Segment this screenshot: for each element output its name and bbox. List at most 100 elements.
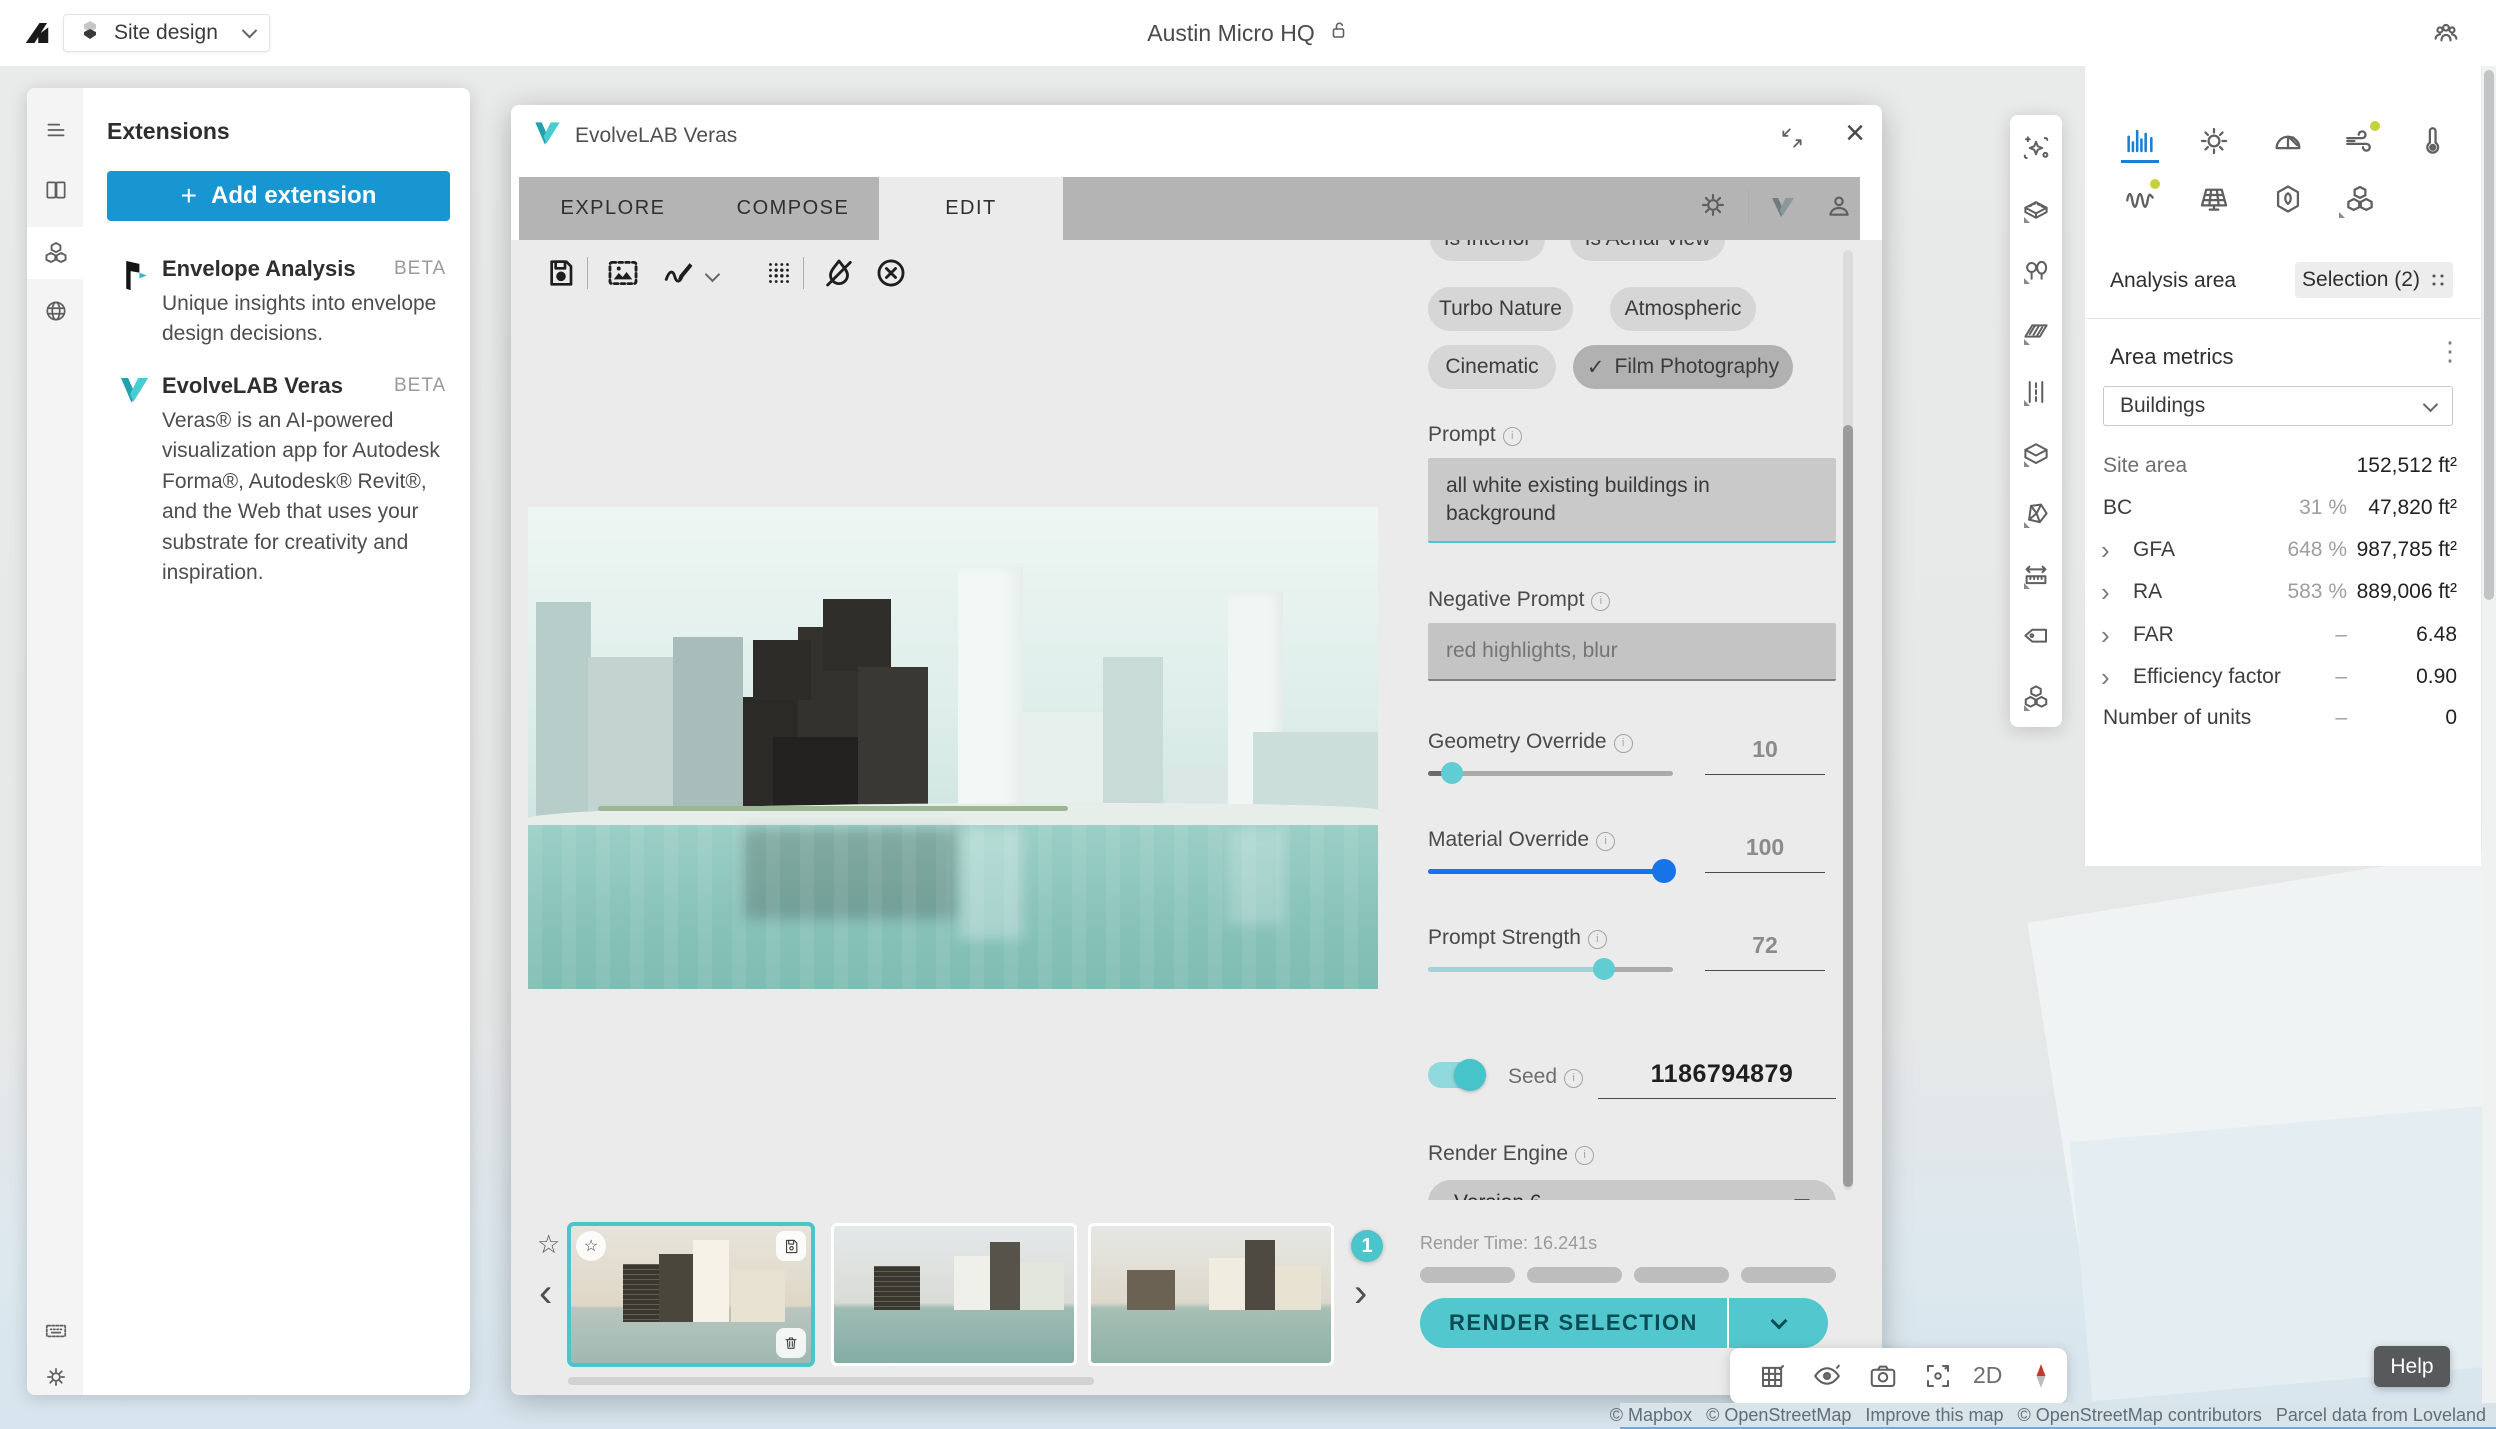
attribution-mapbox[interactable]: © Mapbox xyxy=(1610,1405,1692,1426)
autodesk-forma-logo[interactable] xyxy=(22,18,52,48)
slider-knob[interactable] xyxy=(1441,762,1463,784)
layers-list-icon[interactable] xyxy=(41,115,71,145)
globe-icon[interactable] xyxy=(41,296,71,326)
render-thumbnail[interactable] xyxy=(831,1223,1077,1366)
grid-ruler-icon[interactable] xyxy=(1758,1361,1788,1391)
chip-is-aerial-view[interactable]: Is Aerial View xyxy=(1570,240,1725,261)
sketch-options-chevron-icon[interactable] xyxy=(707,267,718,285)
thumbnail-save-icon[interactable] xyxy=(776,1231,806,1261)
assets-cubes-tool-icon[interactable] xyxy=(2021,682,2051,712)
chip-film-photography[interactable]: ✓ Film Photography xyxy=(1573,345,1793,389)
zone-surface-tool-icon[interactable] xyxy=(2021,316,2051,346)
geometry-override-value[interactable]: 10 xyxy=(1705,736,1825,763)
thumbnails-prev-icon[interactable]: ‹ xyxy=(539,1273,552,1313)
screenshot-camera-icon[interactable] xyxy=(1868,1361,1898,1391)
info-icon[interactable]: i xyxy=(1614,734,1633,753)
toggle-2d-button[interactable]: 2D xyxy=(1973,1362,2002,1389)
thumbnail-delete-icon[interactable] xyxy=(776,1328,806,1358)
close-icon[interactable]: × xyxy=(1837,113,1873,153)
expand-chevron-icon[interactable]: › xyxy=(2101,535,2110,566)
wind-analysis-icon[interactable] xyxy=(2343,124,2377,158)
render-engine-select[interactable]: Version 6 xyxy=(1428,1180,1836,1200)
select-image-region-icon[interactable] xyxy=(603,253,643,293)
help-button[interactable]: Help xyxy=(2374,1346,2450,1387)
keyboard-shortcuts-icon[interactable] xyxy=(41,1316,71,1346)
chip-cinematic[interactable]: Cinematic xyxy=(1428,345,1556,389)
render-thumbnail-selected[interactable]: ☆ xyxy=(568,1223,814,1366)
slider-knob[interactable] xyxy=(1652,859,1676,883)
tab-edit[interactable]: EDIT xyxy=(879,177,1063,240)
geometry-override-slider[interactable] xyxy=(1428,771,1673,776)
material-override-slider[interactable] xyxy=(1428,869,1673,874)
prompt-strength-slider[interactable] xyxy=(1428,967,1673,972)
sketch-style-icon[interactable] xyxy=(659,253,699,293)
tab-explore[interactable]: EXPLORE xyxy=(519,177,707,240)
render-selection-button[interactable]: RENDER SELECTION xyxy=(1420,1298,1727,1348)
favorites-star-icon[interactable]: ☆ xyxy=(537,1229,560,1260)
clear-selection-icon[interactable] xyxy=(871,253,911,293)
chip-atmospheric[interactable]: Atmospheric xyxy=(1610,287,1756,331)
extensions-cubes-icon[interactable] xyxy=(41,238,71,268)
info-icon[interactable]: i xyxy=(1564,1069,1583,1088)
info-icon[interactable]: i xyxy=(1591,592,1610,611)
select-transform-icon[interactable] xyxy=(2021,133,2051,163)
compass-north-icon[interactable] xyxy=(2026,1361,2056,1391)
label-tag-tool-icon[interactable] xyxy=(2021,621,2051,651)
material-override-value[interactable]: 100 xyxy=(1705,834,1825,861)
slider-knob[interactable] xyxy=(1593,958,1615,980)
noise-analysis-icon[interactable] xyxy=(2123,182,2157,216)
info-icon[interactable]: i xyxy=(1575,1146,1594,1165)
measure-tool-icon[interactable] xyxy=(2021,560,2051,590)
attribution-improve-link[interactable]: Improve this map xyxy=(1865,1405,2003,1426)
prompt-input[interactable]: all white existing buildings in backgrou… xyxy=(1428,458,1836,543)
info-icon[interactable]: i xyxy=(1503,427,1522,446)
road-tool-icon[interactable] xyxy=(2021,377,2051,407)
render-options-dropdown-button[interactable] xyxy=(1729,1298,1828,1348)
user-profile-icon[interactable] xyxy=(1823,190,1859,226)
settings-scrollbar-thumb[interactable] xyxy=(1843,425,1853,1187)
collapse-window-icon[interactable] xyxy=(1779,125,1807,153)
area-metrics-chart-icon[interactable] xyxy=(2123,124,2157,158)
toggle-knob[interactable] xyxy=(1454,1059,1486,1091)
info-icon[interactable]: i xyxy=(1588,930,1607,949)
assets-analysis-cubes-icon[interactable] xyxy=(2343,182,2377,216)
thumbnails-next-icon[interactable]: › xyxy=(1354,1273,1367,1313)
seed-toggle[interactable] xyxy=(1428,1062,1482,1088)
embodied-carbon-icon[interactable] xyxy=(2271,182,2305,216)
attribution-parcel[interactable]: Parcel data from Loveland xyxy=(2276,1405,2486,1426)
settings-gear-icon[interactable] xyxy=(41,1362,71,1392)
thumbnail-star-icon[interactable]: ☆ xyxy=(576,1231,606,1261)
render-thumbnail[interactable] xyxy=(1088,1223,1334,1366)
building-tool-icon[interactable] xyxy=(2021,194,2051,224)
render-preview-image[interactable] xyxy=(528,507,1378,989)
expand-chevron-icon[interactable]: › xyxy=(2101,662,2110,693)
site-limit-tool-icon[interactable] xyxy=(2021,438,2051,468)
veras-account-logo-icon[interactable] xyxy=(1767,191,1799,228)
expand-chevron-icon[interactable]: › xyxy=(2101,620,2110,651)
info-icon[interactable]: i xyxy=(1596,832,1615,851)
kebab-menu-icon[interactable]: ⋮ xyxy=(2437,336,2463,367)
mode-selector[interactable]: Site design xyxy=(63,14,270,52)
add-extension-button[interactable]: + Add extension xyxy=(107,171,450,221)
expand-chevron-icon[interactable]: › xyxy=(2101,577,2110,608)
selection-chip[interactable]: Selection (2) xyxy=(2295,262,2453,298)
collaborators-icon[interactable] xyxy=(2430,18,2462,50)
solar-panel-icon[interactable] xyxy=(2197,182,2231,216)
thumbnails-scrollbar[interactable] xyxy=(568,1377,1094,1385)
save-render-icon[interactable] xyxy=(541,253,581,293)
daylight-dome-icon[interactable] xyxy=(2271,124,2305,158)
material-off-droplet-icon[interactable] xyxy=(819,253,859,293)
visibility-eye-icon[interactable] xyxy=(1812,1361,1842,1391)
microclimate-thermometer-icon[interactable] xyxy=(2415,124,2449,158)
metrics-category-select[interactable]: Buildings xyxy=(2103,386,2453,426)
library-book-icon[interactable] xyxy=(41,175,71,205)
focus-selection-icon[interactable] xyxy=(1923,1361,1953,1391)
prompt-strength-value[interactable]: 72 xyxy=(1705,932,1825,959)
vegetation-tool-icon[interactable] xyxy=(2021,255,2051,285)
sun-analysis-icon[interactable] xyxy=(2197,124,2231,158)
tab-compose[interactable]: COMPOSE xyxy=(707,177,879,240)
generic-geometry-tool-icon[interactable] xyxy=(2021,499,2051,529)
veras-settings-gear-icon[interactable] xyxy=(1697,189,1733,225)
seed-value[interactable]: 1186794879 xyxy=(1608,1060,1836,1089)
halftone-grid-icon[interactable] xyxy=(759,253,799,293)
